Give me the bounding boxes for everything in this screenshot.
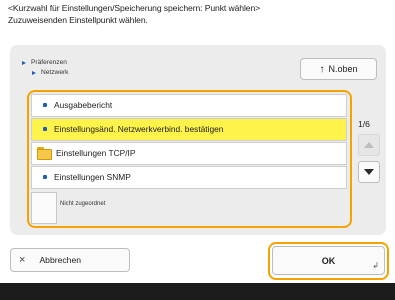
instruction-title: <Kurzwahl für Einstellungen/Speicherung … bbox=[8, 3, 261, 13]
breadcrumb: Präferenzen Netzwerk bbox=[22, 58, 68, 78]
list-item-snmp-settings[interactable]: Einstellungen SNMP bbox=[31, 166, 347, 189]
enter-icon: ↲ bbox=[372, 261, 379, 270]
not-assigned-option[interactable]: Nicht zugeordnet bbox=[31, 192, 347, 224]
close-icon: × bbox=[19, 254, 26, 266]
folder-icon bbox=[37, 147, 52, 160]
ok-button[interactable]: OK ↲ bbox=[272, 246, 385, 275]
list-item-label: Einstellungen SNMP bbox=[54, 172, 131, 182]
level-up-button[interactable]: ↑ N.oben bbox=[300, 58, 377, 80]
scroll-up-button[interactable] bbox=[358, 134, 380, 156]
breadcrumb-label: Präferenzen bbox=[31, 59, 67, 66]
cancel-label: Abbrechen bbox=[39, 255, 82, 265]
bullet-icon bbox=[43, 127, 47, 131]
list-item-confirm-network-change[interactable]: Einstellungsänd. Netzwerkverbind. bestät… bbox=[31, 118, 347, 141]
status-bar bbox=[0, 283, 395, 300]
cancel-button[interactable]: × Abbrechen bbox=[10, 248, 130, 272]
instruction-subtitle: Zuzuweisenden Einstellpunkt wählen. bbox=[8, 15, 148, 25]
not-assigned-label: Nicht zugeordnet bbox=[60, 201, 106, 207]
breadcrumb-arrow-icon bbox=[22, 60, 26, 65]
triangle-down-icon bbox=[364, 169, 374, 175]
instruction-header: <Kurzwahl für Einstellungen/Speicherung … bbox=[8, 2, 388, 26]
list-item-label: Ausgabebericht bbox=[54, 100, 113, 110]
scroll-down-button[interactable] bbox=[358, 161, 380, 183]
bullet-icon bbox=[43, 103, 47, 107]
breadcrumb-arrow-icon bbox=[32, 70, 36, 75]
page-indicator: 1/6 bbox=[358, 119, 370, 129]
list-item-tcpip-settings[interactable]: Einstellungen TCP/IP bbox=[31, 142, 347, 165]
not-assigned-checkbox[interactable] bbox=[31, 192, 57, 224]
level-up-label: N.oben bbox=[328, 64, 358, 74]
breadcrumb-item-preferences: Präferenzen bbox=[22, 58, 68, 68]
bullet-icon bbox=[43, 175, 47, 179]
breadcrumb-label: Netzwerk bbox=[41, 69, 69, 76]
arrow-up-icon: ↑ bbox=[319, 63, 325, 75]
list-item-output-report[interactable]: Ausgabebericht bbox=[31, 94, 347, 117]
triangle-up-icon bbox=[364, 142, 374, 148]
ok-label: OK bbox=[321, 255, 336, 266]
list-item-label: Einstellungsänd. Netzwerkverbind. bestät… bbox=[54, 124, 224, 134]
list-item-label: Einstellungen TCP/IP bbox=[56, 148, 136, 158]
breadcrumb-item-network: Netzwerk bbox=[32, 68, 68, 78]
settings-list: Ausgabebericht Einstellungsänd. Netzwerk… bbox=[31, 94, 347, 190]
